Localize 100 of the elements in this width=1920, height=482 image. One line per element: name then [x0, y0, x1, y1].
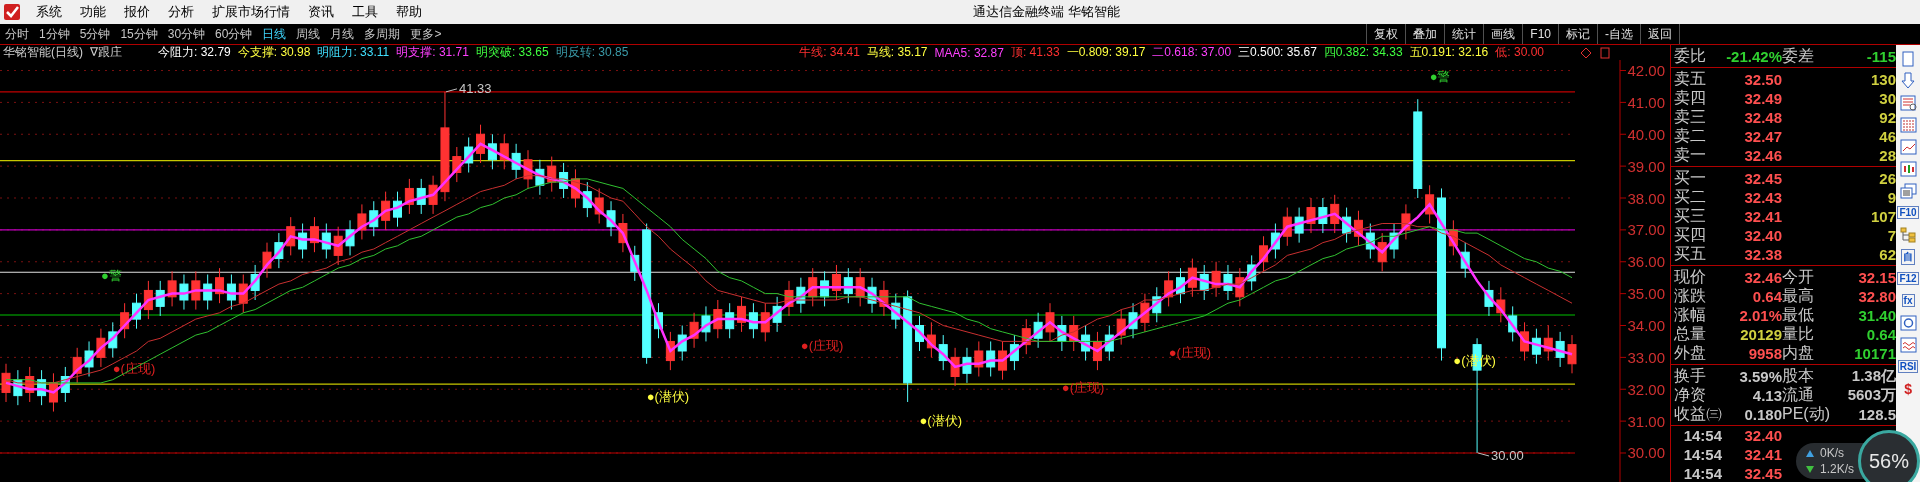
grid-icon[interactable] — [1899, 116, 1917, 133]
upload-arrow-icon — [1805, 449, 1814, 457]
toolbar-button[interactable]: 复权 — [1366, 24, 1406, 44]
toolbar-button[interactable]: 返回 — [1640, 24, 1680, 44]
candle — [60, 366, 70, 403]
order-price: 32.46 — [1743, 147, 1782, 164]
candle — [333, 226, 343, 266]
indicator-value: 顶: 41.33 — [1010, 44, 1060, 61]
toolbar-icon[interactable]: 自 — [1901, 248, 1916, 265]
candle — [37, 369, 47, 406]
candlestick-icon[interactable] — [1899, 160, 1917, 177]
candle — [1199, 264, 1209, 301]
menu-item[interactable]: 工具 — [343, 3, 387, 21]
candle — [321, 223, 331, 260]
price-label: 30.00 — [1491, 448, 1524, 464]
menu-item[interactable]: 报价 — [115, 3, 159, 21]
toolbar-icon[interactable]: F10 — [1897, 206, 1919, 219]
document-icon[interactable] — [1902, 50, 1915, 67]
wave-chart-icon[interactable] — [1899, 336, 1917, 353]
signal-marker: ●(庄现) — [112, 360, 156, 376]
order-volume: 92 — [1878, 109, 1896, 126]
menu-item[interactable]: 分析 — [159, 3, 203, 21]
period-tab[interactable]: 15分钟 — [115, 25, 163, 43]
windows-icon[interactable] — [1899, 182, 1917, 199]
chart-title: 华铭智能(日线) — [3, 44, 83, 61]
field-value: 5603万 — [1846, 386, 1896, 405]
candle — [689, 312, 699, 349]
candle — [96, 328, 106, 368]
app-logo-icon — [3, 3, 21, 21]
indicator-value: 四0.382: 34.33 — [1323, 44, 1403, 61]
toolbar-icon[interactable]: $ — [1904, 380, 1912, 397]
toolbar-icon[interactable]: RSI — [1897, 360, 1919, 373]
usage-gauge: 56% — [1858, 430, 1920, 482]
field-value: 32.46 — [1743, 269, 1782, 286]
period-tab[interactable]: 更多> — [405, 25, 447, 43]
field-value: 9958 — [1747, 345, 1782, 362]
down-arrow-icon[interactable] — [1901, 72, 1916, 89]
candle — [820, 270, 830, 307]
candle — [238, 274, 248, 314]
candle — [132, 293, 141, 330]
toolbar-button[interactable]: 画线 — [1483, 24, 1523, 44]
line-chart-icon[interactable] — [1899, 138, 1917, 155]
tree-icon[interactable] — [1900, 226, 1917, 243]
period-tab[interactable]: 周线 — [291, 25, 326, 43]
axis-label: 39.00 — [1627, 157, 1665, 175]
candle — [369, 200, 379, 237]
menu-item[interactable]: 系统 — [27, 3, 71, 21]
formula-name[interactable]: ∇跟庄 — [90, 44, 123, 61]
menu-item[interactable]: 资讯 — [299, 3, 343, 21]
period-tab[interactable]: 多周期 — [359, 25, 406, 43]
rectangle-icon[interactable] — [1599, 46, 1611, 59]
period-tab[interactable]: 60分钟 — [210, 25, 258, 43]
candle — [998, 340, 1008, 381]
leader-line — [1477, 452, 1490, 457]
toolbar-button[interactable]: 标记 — [1558, 24, 1597, 44]
axis-label: 33.00 — [1627, 348, 1665, 366]
field-value: 0.180 — [1743, 406, 1782, 423]
field-value: 0.64 — [1865, 326, 1896, 343]
period-tab[interactable]: 1分钟 — [34, 25, 75, 43]
order-price: 32.45 — [1743, 170, 1782, 187]
axis-label: 38.00 — [1627, 189, 1665, 207]
candle — [1460, 242, 1470, 279]
indicator-value: MAA5: 32.87 — [934, 45, 1004, 60]
candle — [1140, 293, 1150, 333]
field-value: 31.40 — [1857, 307, 1896, 324]
toolbar-icon[interactable]: fx — [1901, 294, 1915, 307]
toolbar-button[interactable]: F10 — [1522, 24, 1558, 44]
download-speed: 1.2K/s — [1819, 462, 1854, 476]
period-tab[interactable]: 月线 — [325, 25, 360, 43]
order-price: 32.49 — [1743, 90, 1782, 107]
signal-marker: ●(庄现) — [1168, 344, 1212, 360]
indicator-value: 三0.500: 35.67 — [1238, 44, 1317, 61]
toolbar-button[interactable]: -自选 — [1597, 24, 1640, 44]
field-label: 委差 — [1782, 46, 1815, 66]
candle — [1069, 315, 1079, 352]
menu-item[interactable]: 扩展市场行情 — [203, 3, 299, 21]
candle — [737, 296, 747, 333]
diamond-icon[interactable] — [1580, 46, 1592, 59]
period-tab[interactable]: 日线 — [257, 25, 292, 43]
order-volume: 62 — [1878, 246, 1896, 263]
toolbar-icon[interactable]: F12 — [1897, 272, 1919, 285]
candle — [1520, 321, 1530, 362]
toolbar-button[interactable]: 叠加 — [1405, 24, 1445, 44]
field-label: 涨跌 — [1674, 286, 1707, 306]
candle — [274, 232, 284, 269]
menu-item[interactable]: 功能 — [71, 3, 115, 21]
menu-item[interactable]: 帮助 — [387, 3, 431, 21]
candle — [1081, 325, 1091, 362]
field-label: 内盘 — [1782, 343, 1815, 363]
period-tab[interactable]: 30分钟 — [162, 25, 211, 43]
indicator-value: 二0.618: 37.00 — [1152, 44, 1232, 61]
table-icon[interactable] — [1899, 94, 1917, 111]
period-tab[interactable]: 分时 — [0, 25, 34, 43]
toolbar-button[interactable]: 统计 — [1444, 24, 1484, 44]
candle — [867, 277, 877, 314]
trade-price: 32.40 — [1743, 427, 1782, 444]
period-tab[interactable]: 5分钟 — [74, 25, 116, 43]
order-price: 32.41 — [1743, 208, 1782, 225]
candle — [1045, 302, 1055, 342]
candle — [831, 264, 841, 301]
